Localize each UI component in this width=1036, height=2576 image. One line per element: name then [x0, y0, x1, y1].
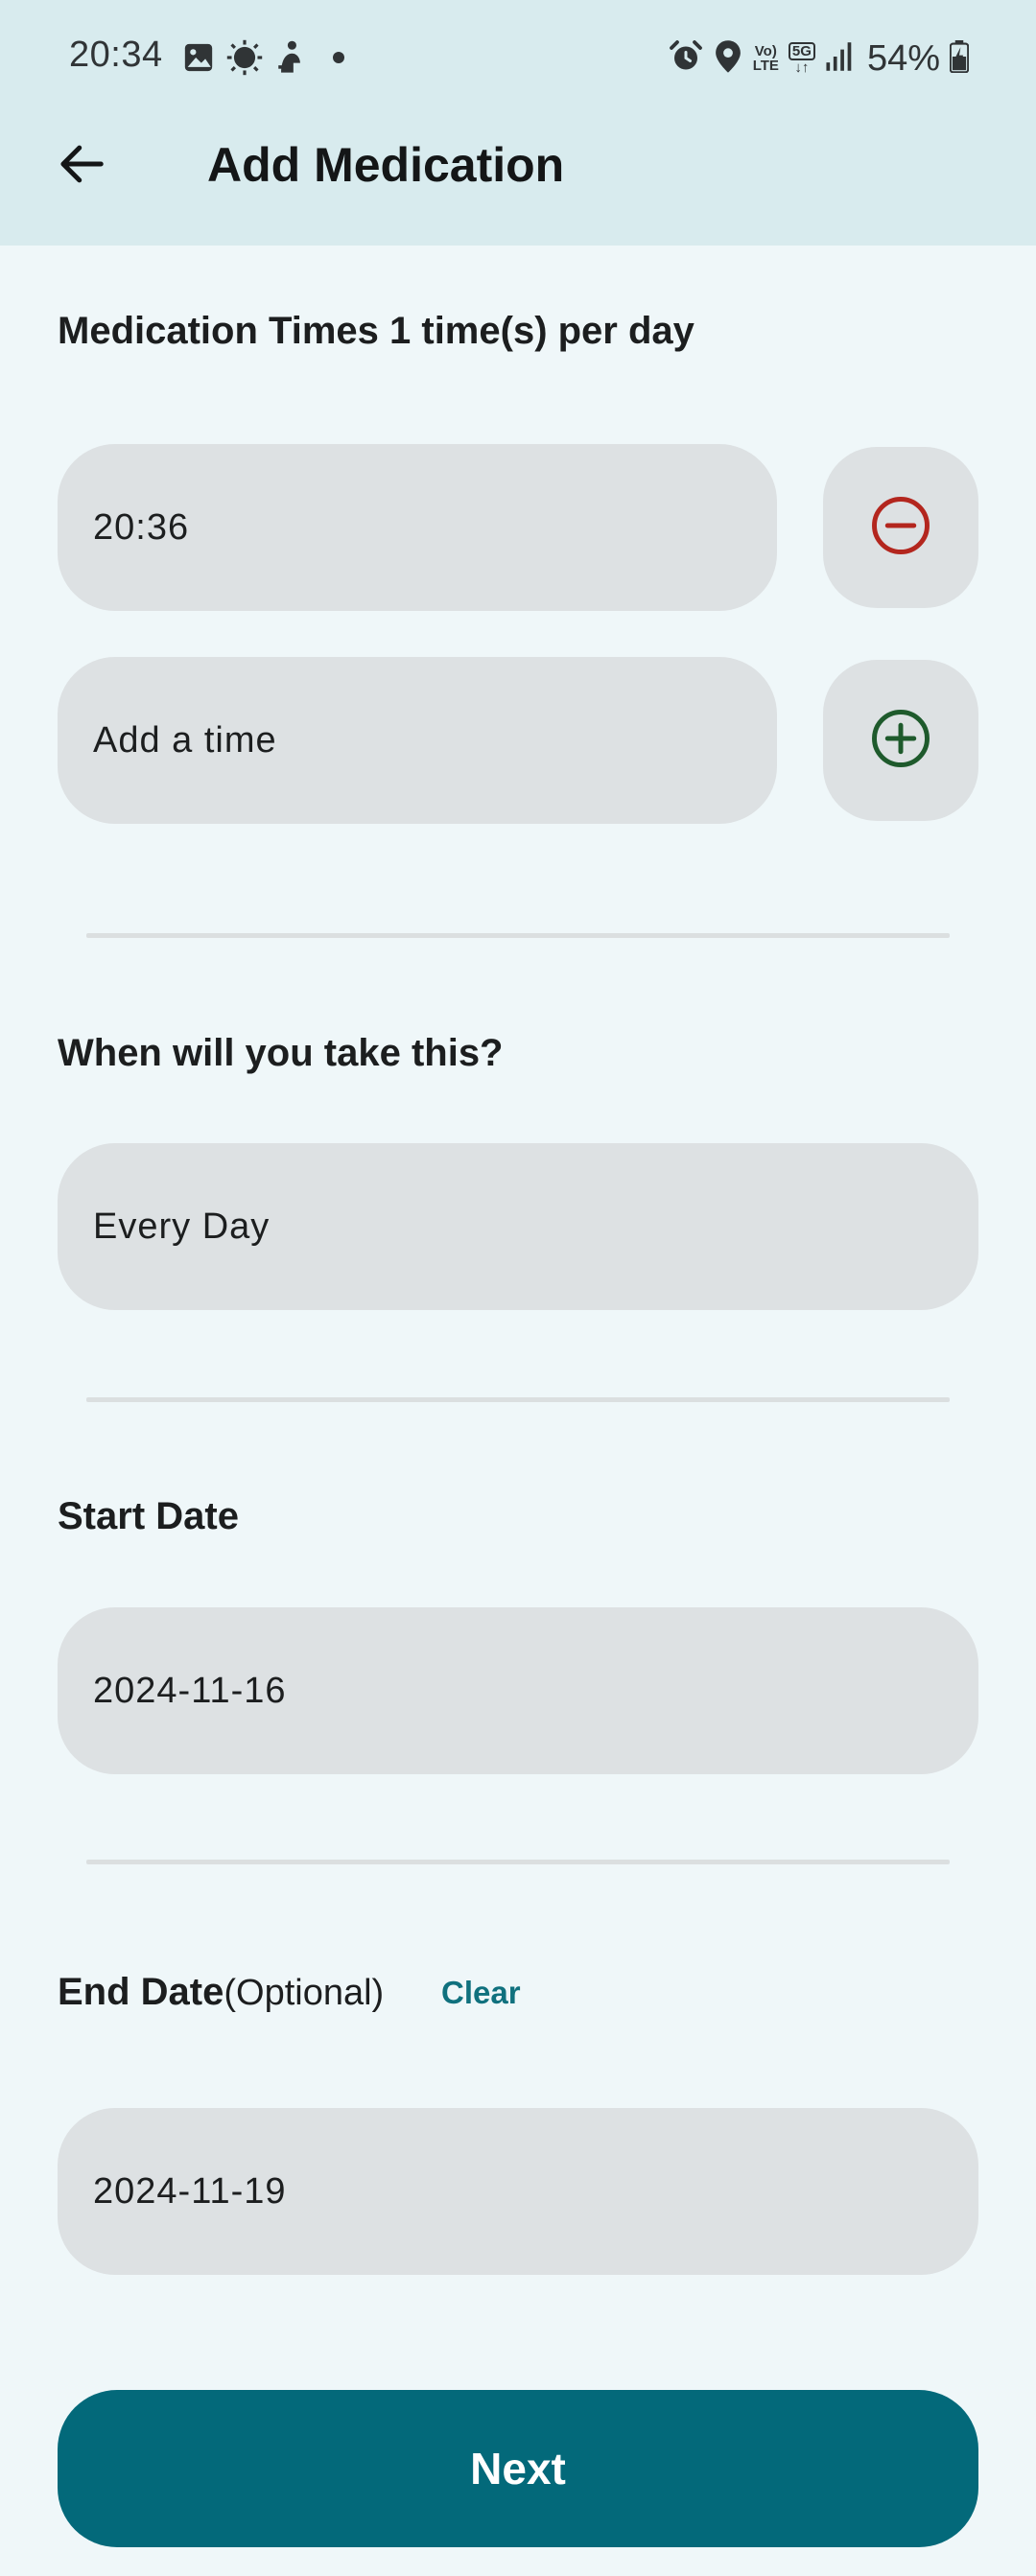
dot-icon [332, 51, 345, 69]
page-title: Add Medication [207, 138, 565, 192]
frequency-field[interactable]: Every Day [58, 1143, 978, 1310]
status-bar: 20:34 Vo) LTE 5G ↓↑ 54% [0, 0, 1036, 115]
alarm-icon [669, 39, 703, 79]
image-icon [182, 41, 215, 79]
notification-icons [182, 39, 345, 81]
add-circle-icon [869, 707, 932, 775]
time-value: 20:36 [93, 506, 190, 548]
person-icon [274, 39, 307, 81]
divider [86, 1860, 950, 1864]
back-arrow-icon [56, 138, 107, 195]
location-icon [713, 39, 743, 79]
end-date-field[interactable]: 2024-11-19 [58, 2108, 978, 2275]
add-time-field[interactable]: Add a time [58, 657, 777, 824]
schedule-title: When will you take this? [58, 1032, 504, 1074]
network-type-indicator: 5G ↓↑ [788, 42, 815, 75]
start-date-value: 2024-11-16 [93, 1670, 287, 1711]
system-icons: Vo) LTE 5G ↓↑ 54% [669, 36, 970, 81]
frequency-value: Every Day [93, 1206, 271, 1247]
divider [86, 1397, 950, 1402]
add-time-button[interactable] [823, 660, 978, 821]
end-date-title: End Date(Optional) [58, 1968, 384, 2017]
status-time: 20:34 [69, 35, 163, 75]
volte-indicator: Vo) LTE [752, 43, 779, 74]
clear-end-date-button[interactable]: Clear [441, 1974, 521, 2012]
remove-time-button[interactable] [823, 447, 978, 608]
battery-icon [949, 39, 970, 78]
next-button[interactable]: Next [58, 2390, 978, 2547]
battery-percent: 54% [866, 37, 940, 79]
divider [86, 933, 950, 938]
add-time-placeholder: Add a time [93, 719, 277, 761]
signal-icon [825, 41, 854, 77]
back-button[interactable] [38, 123, 125, 209]
remove-circle-icon [869, 494, 932, 562]
start-date-title: Start Date [58, 1495, 239, 1537]
time-field[interactable]: 20:36 [58, 444, 777, 611]
end-date-label: End Date [58, 1971, 224, 2013]
start-date-field[interactable]: 2024-11-16 [58, 1607, 978, 1774]
optional-label: (Optional) [224, 1973, 385, 2013]
end-date-value: 2024-11-19 [93, 2170, 287, 2212]
sun-icon [226, 39, 263, 81]
medication-times-title: Medication Times 1 time(s) per day [58, 310, 695, 352]
